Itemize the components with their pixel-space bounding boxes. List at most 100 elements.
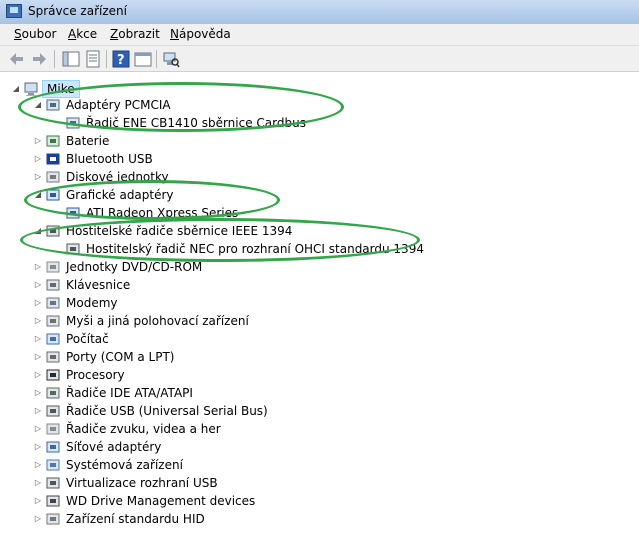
help-icon: ? — [112, 50, 130, 68]
title-bar: Správce zařízení — [0, 0, 639, 24]
tree-category-11-toggle[interactable]: ▷ — [34, 348, 42, 366]
tree-category-9[interactable]: Myši a jiná polohovací zařízení — [46, 312, 566, 330]
tree-category-6-toggle[interactable]: ▷ — [34, 258, 42, 276]
tree-item-label: Diskové jednotky — [66, 170, 169, 184]
tree-category-12[interactable]: Procesory — [46, 366, 566, 384]
tree-category-14-toggle[interactable]: ▷ — [34, 402, 42, 420]
toolbar-separator — [54, 50, 55, 68]
hid-icon — [46, 513, 60, 525]
tree-item-label: Síťové adaptéry — [66, 440, 162, 454]
tree-category-16-toggle[interactable]: ▷ — [34, 438, 42, 456]
tree-category-15-toggle[interactable]: ▷ — [34, 420, 42, 438]
tree-category-8-toggle[interactable]: ▷ — [34, 294, 42, 312]
tree-category-13[interactable]: Řadiče IDE ATA/ATAPI — [46, 384, 566, 402]
tree-category-3-toggle[interactable]: ▷ — [34, 168, 42, 186]
tree-category-0[interactable]: Adaptéry PCMCIA — [46, 96, 566, 114]
tree-category-20-toggle[interactable]: ▷ — [34, 510, 42, 528]
tree-item-label: Bluetooth USB — [66, 152, 153, 166]
collapse-root-toggle[interactable]: ◢ — [12, 80, 20, 98]
tree-category-12-toggle[interactable]: ▷ — [34, 366, 42, 384]
tree-category-10-toggle[interactable]: ▷ — [34, 330, 42, 348]
properties-sheet-icon — [86, 50, 100, 68]
tree-category-5-toggle[interactable]: ◢ — [34, 222, 42, 240]
tree-item-label: Řadiče USB (Universal Serial Bus) — [66, 404, 268, 418]
system-icon — [46, 459, 60, 471]
tree-item-label: Procesory — [66, 368, 125, 382]
menu-item-3[interactable]: Nápověda — [170, 27, 231, 41]
tree-category-11[interactable]: Porty (COM a LPT) — [46, 348, 566, 366]
tree-item-label: Grafické adaptéry — [66, 188, 174, 202]
tree-category-18[interactable]: Virtualizace rozhraní USB — [46, 474, 566, 492]
tree-category-15[interactable]: Řadiče zvuku, videa a her — [46, 420, 566, 438]
ide-icon — [46, 387, 60, 399]
display-icon — [66, 207, 80, 219]
tree-category-1-toggle[interactable]: ▷ — [34, 132, 42, 150]
tree-category-1[interactable]: Baterie — [46, 132, 566, 150]
tree-category-2[interactable]: Bluetooth USB — [46, 150, 566, 168]
tree-category-7-toggle[interactable]: ▷ — [34, 276, 42, 294]
tree-category-6[interactable]: Jednotky DVD/CD-ROM — [46, 258, 566, 276]
tree-category-0-toggle[interactable]: ◢ — [34, 96, 42, 114]
tree-category-19[interactable]: WD Drive Management devices — [46, 492, 566, 510]
tree-category-14[interactable]: Řadiče USB (Universal Serial Bus) — [46, 402, 566, 420]
toolbar: ? — [0, 46, 639, 72]
menu-item-2[interactable]: Zobrazit — [110, 27, 160, 41]
mouse-icon — [46, 315, 60, 327]
computer-icon — [46, 333, 60, 345]
tree-category-19-toggle[interactable]: ▷ — [34, 492, 42, 510]
console-window-button[interactable] — [134, 50, 152, 68]
menu-mnemonic: N — [170, 27, 179, 41]
window-title: Správce zařízení — [28, 4, 127, 18]
battery-icon — [46, 135, 60, 147]
tree-category-16[interactable]: Síťové adaptéry — [46, 438, 566, 456]
network-icon — [46, 441, 60, 453]
tree-item-label: Adaptéry PCMCIA — [66, 98, 171, 112]
tree-device-5-0[interactable]: Hostitelský řadič NEC pro rozhraní OHCI … — [66, 240, 586, 258]
tree-category-4[interactable]: Grafické adaptéry — [46, 186, 566, 204]
show-hide-tree-button[interactable] — [62, 50, 80, 68]
tree-category-17[interactable]: Systémová zařízení — [46, 456, 566, 474]
window-icon — [134, 52, 152, 67]
tree-category-2-toggle[interactable]: ▷ — [34, 150, 42, 168]
modem-icon — [46, 297, 60, 309]
computer-icon — [24, 82, 38, 96]
forward-button[interactable] — [30, 50, 48, 68]
keyboard-icon — [46, 279, 60, 291]
sound-icon — [46, 423, 60, 435]
tree-category-17-toggle[interactable]: ▷ — [34, 456, 42, 474]
menu-item-0[interactable]: Soubor — [14, 27, 56, 41]
help-button[interactable]: ? — [112, 50, 130, 68]
menu-label-rest: ápověda — [178, 27, 231, 41]
tree-device-4-0[interactable]: ATI Radeon Xpress Series — [66, 204, 586, 222]
tree-item-label: Zařízení standardu HID — [66, 512, 205, 526]
tree-category-10[interactable]: Počítač — [46, 330, 566, 348]
tree-device-0-0[interactable]: Řadič ENE CB1410 sběrnice Cardbus — [66, 114, 586, 132]
properties-button[interactable] — [84, 50, 102, 68]
tree-item-label: Myši a jiná polohovací zařízení — [66, 314, 249, 328]
tree-category-13-toggle[interactable]: ▷ — [34, 384, 42, 402]
tree-category-7[interactable]: Klávesnice — [46, 276, 566, 294]
scan-hardware-icon — [163, 52, 180, 68]
device-manager-icon — [6, 4, 22, 18]
tree-item-label: Hostitelské řadiče sběrnice IEEE 1394 — [66, 224, 293, 238]
scan-hardware-button[interactable] — [162, 50, 180, 68]
menu-item-1[interactable]: Akce — [68, 27, 97, 41]
bluetooth-icon — [46, 153, 60, 165]
pcmcia-icon — [46, 99, 60, 111]
tree-item-label: Baterie — [66, 134, 110, 148]
wd-icon — [46, 495, 60, 507]
tree-category-9-toggle[interactable]: ▷ — [34, 312, 42, 330]
tree-category-20[interactable]: Zařízení standardu HID — [46, 510, 566, 528]
menu-bar: Soubor Akce Zobrazit Nápověda — [0, 24, 639, 46]
processor-icon — [46, 369, 60, 381]
tree-category-3[interactable]: Diskové jednotky — [46, 168, 566, 186]
usb-icon — [46, 477, 60, 489]
tree-item-label: Řadič ENE CB1410 sběrnice Cardbus — [86, 116, 306, 130]
tree-item-label: Hostitelský řadič NEC pro rozhraní OHCI … — [86, 242, 424, 256]
tree-category-8[interactable]: Modemy — [46, 294, 566, 312]
tree-category-5[interactable]: Hostitelské řadiče sběrnice IEEE 1394 — [46, 222, 566, 240]
tree-category-4-toggle[interactable]: ◢ — [34, 186, 42, 204]
back-button[interactable] — [8, 50, 26, 68]
tree-category-18-toggle[interactable]: ▷ — [34, 474, 42, 492]
menu-mnemonic: S — [14, 27, 22, 41]
